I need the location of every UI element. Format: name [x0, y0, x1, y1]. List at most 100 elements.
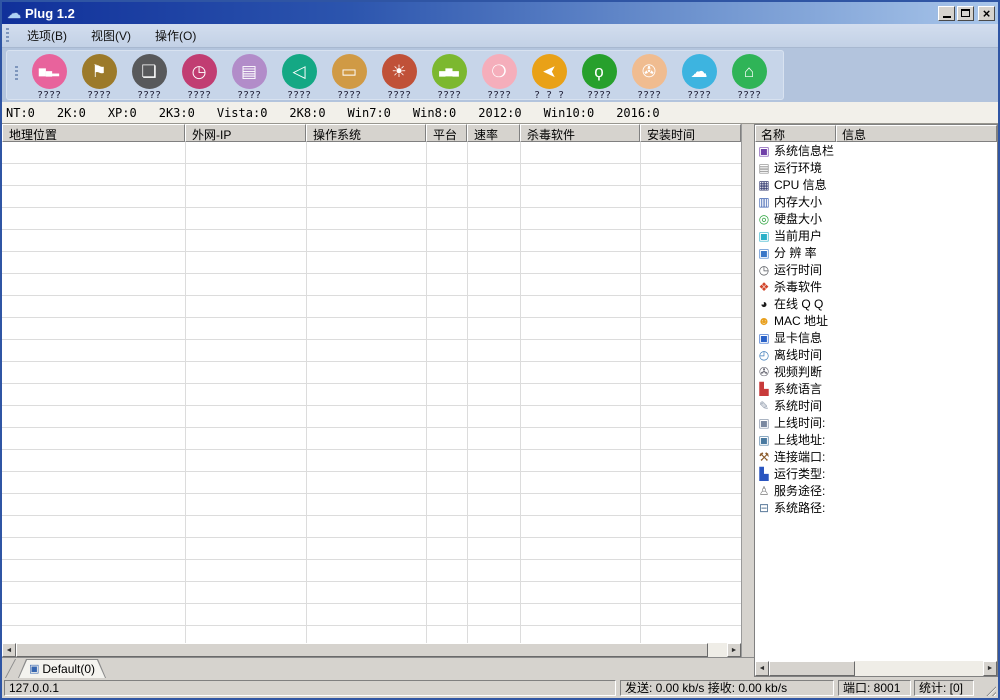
resize-grip[interactable] — [984, 684, 996, 696]
detail-row[interactable]: ⚒ 连接端口: — [755, 448, 997, 465]
close-button[interactable]: × — [978, 6, 995, 21]
webcam-icon: ✇ — [757, 366, 771, 378]
details-column-header[interactable]: 名称 — [755, 125, 836, 142]
detail-row[interactable]: ▣ 上线地址: — [755, 431, 997, 448]
toolbar-button[interactable]: ❏ ???? — [124, 54, 174, 101]
magnifier-icon[interactable]: ❍ — [482, 54, 517, 89]
column-gridline — [640, 142, 641, 643]
stats-decline-icon[interactable]: ▆▄▂ — [32, 54, 67, 89]
mac-address-icon: ☻ — [757, 315, 771, 327]
detail-row[interactable]: ✇ 视频判断 — [755, 363, 997, 380]
menu-item[interactable]: 操作(O) — [143, 24, 208, 47]
scroll-right-icon[interactable]: ► — [983, 661, 997, 676]
detail-row-label: 运行类型: — [774, 465, 825, 482]
column-header[interactable]: 地理位置 — [2, 124, 185, 142]
detail-row[interactable]: ❖ 杀毒软件 — [755, 278, 997, 295]
detail-row[interactable]: ▣ 上线时间: — [755, 414, 997, 431]
toolbar-button[interactable]: ⚑ ???? — [74, 54, 124, 101]
tab-label: Default(0) — [42, 662, 95, 676]
table-body[interactable] — [2, 142, 741, 643]
detail-row-label: 连接端口: — [774, 448, 825, 465]
toolbar-grip[interactable] — [15, 66, 18, 82]
detail-row[interactable]: ▣ 当前用户 — [755, 227, 997, 244]
details-panel: 名称信息 ▣ 系统信息栏 ▤ 运行环境 ▦ CPU 信息 ▥ 内存大小 ◎ 硬盘… — [754, 124, 998, 677]
laptop-icon[interactable]: ▭ — [332, 54, 367, 89]
uptime-chip-icon: ◷ — [757, 264, 771, 276]
scrollbar-thumb[interactable] — [16, 643, 708, 657]
toolbar-button[interactable]: ☀ ???? — [374, 54, 424, 101]
column-header[interactable]: 外网-IP — [185, 124, 306, 142]
detail-row-label: 内存大小 — [774, 193, 822, 210]
browser-window-icon[interactable]: ▤ — [232, 54, 267, 89]
group-tab[interactable]: ▣ Default(0) — [18, 659, 106, 678]
clock-icon[interactable]: ◷ — [182, 54, 217, 89]
column-header[interactable]: 操作系统 — [306, 124, 426, 142]
detail-row[interactable]: ▤ 运行环境 — [755, 159, 997, 176]
sun-icon[interactable]: ☀ — [382, 54, 417, 89]
lightbulb-icon[interactable]: ϙ — [582, 54, 617, 89]
detail-row-label: 杀毒软件 — [774, 278, 822, 295]
detail-row[interactable]: ☻ MAC 地址 — [755, 312, 997, 329]
toolbar-button[interactable]: ▆▄▂ ???? — [24, 54, 74, 101]
detail-row[interactable]: ▦ CPU 信息 — [755, 176, 997, 193]
detail-row-label: 上线地址: — [774, 431, 825, 448]
photos-icon[interactable]: ❏ — [132, 54, 167, 89]
column-header[interactable]: 平台 — [426, 124, 467, 142]
language-chart-icon: ▙ — [757, 383, 771, 395]
stats-bars-icon[interactable]: ▄▆▄ — [432, 54, 467, 89]
scroll-left-icon[interactable]: ◄ — [2, 643, 16, 657]
details-horizontal-scrollbar[interactable]: ◄ ► — [755, 661, 997, 676]
toolbar-button[interactable]: ϙ ???? — [574, 54, 624, 101]
column-header[interactable]: 杀毒软件 — [520, 124, 640, 142]
cloud-icon[interactable]: ☁ — [682, 54, 717, 89]
details-column-header[interactable]: 信息 — [836, 125, 997, 142]
detail-row[interactable]: ◷ 运行时间 — [755, 261, 997, 278]
detail-row[interactable]: ◎ 硬盘大小 — [755, 210, 997, 227]
detail-row[interactable]: ▙ 系统语言 — [755, 380, 997, 397]
scroll-right-icon[interactable]: ► — [727, 643, 741, 657]
detail-row[interactable]: ▣ 显卡信息 — [755, 329, 997, 346]
scrollbar-thumb[interactable] — [769, 661, 855, 676]
column-header[interactable]: 速率 — [467, 124, 520, 142]
menu-grip[interactable] — [6, 28, 9, 44]
detail-row[interactable]: ▣ 分 辨 率 — [755, 244, 997, 261]
toolbar-button[interactable]: ⌂ ???? — [724, 54, 774, 101]
toolbar-button[interactable]: ➤ ? ? ? — [524, 54, 574, 101]
detail-row[interactable]: ▥ 内存大小 — [755, 193, 997, 210]
maximize-button[interactable] — [957, 6, 974, 21]
os-counts-strip: NT:02K:0XP:02K3:0Vista:02K8:0Win7:0Win8:… — [2, 102, 998, 124]
toolbar-button[interactable]: ☁ ???? — [674, 54, 724, 101]
disk-icon: ◎ — [757, 213, 771, 225]
video-camera-icon[interactable]: ✇ — [632, 54, 667, 89]
toolbar-button-label: ???? — [687, 90, 711, 101]
toolbar-button[interactable]: ✇ ???? — [624, 54, 674, 101]
menu-item[interactable]: 选项(B) — [15, 24, 79, 47]
scroll-left-icon[interactable]: ◄ — [755, 661, 769, 676]
minimize-button[interactable] — [938, 6, 955, 21]
table-horizontal-scrollbar[interactable]: ◄ ► — [2, 643, 741, 657]
column-header[interactable]: 安装时间 — [640, 124, 741, 142]
menu-item[interactable]: 视图(V) — [79, 24, 143, 47]
toolbar-button[interactable]: ▄▆▄ ???? — [424, 54, 474, 101]
toolbar-button-label: ???? — [387, 90, 411, 101]
detail-row[interactable]: ⊟ 系统路径: — [755, 499, 997, 516]
flag-icon[interactable]: ⚑ — [82, 54, 117, 89]
toolbar-button-label: ???? — [237, 90, 261, 101]
detail-row[interactable]: ✎ 系统时间 — [755, 397, 997, 414]
speaker-icon[interactable]: ◁ — [282, 54, 317, 89]
detail-row-label: 显卡信息 — [774, 329, 822, 346]
home-icon[interactable]: ⌂ — [732, 54, 767, 89]
resolution-icon: ▣ — [757, 247, 771, 259]
toolbar-button[interactable]: ▤ ???? — [224, 54, 274, 101]
toolbar-button[interactable]: ◷ ???? — [174, 54, 224, 101]
detail-row[interactable]: ♙ 服务途径: — [755, 482, 997, 499]
toolbar-button[interactable]: ▭ ???? — [324, 54, 374, 101]
toolbar-button[interactable]: ◁ ???? — [274, 54, 324, 101]
os-count: 2K3:0 — [159, 106, 195, 120]
detail-row[interactable]: ◴ 离线时间 — [755, 346, 997, 363]
toolbar-button[interactable]: ❍ ???? — [474, 54, 524, 101]
cursor-arrow-icon[interactable]: ➤ — [532, 54, 567, 89]
detail-row[interactable]: ▙ 运行类型: — [755, 465, 997, 482]
detail-row[interactable]: ▣ 系统信息栏 — [755, 142, 997, 159]
detail-row[interactable]: ◕ 在线 Q Q — [755, 295, 997, 312]
